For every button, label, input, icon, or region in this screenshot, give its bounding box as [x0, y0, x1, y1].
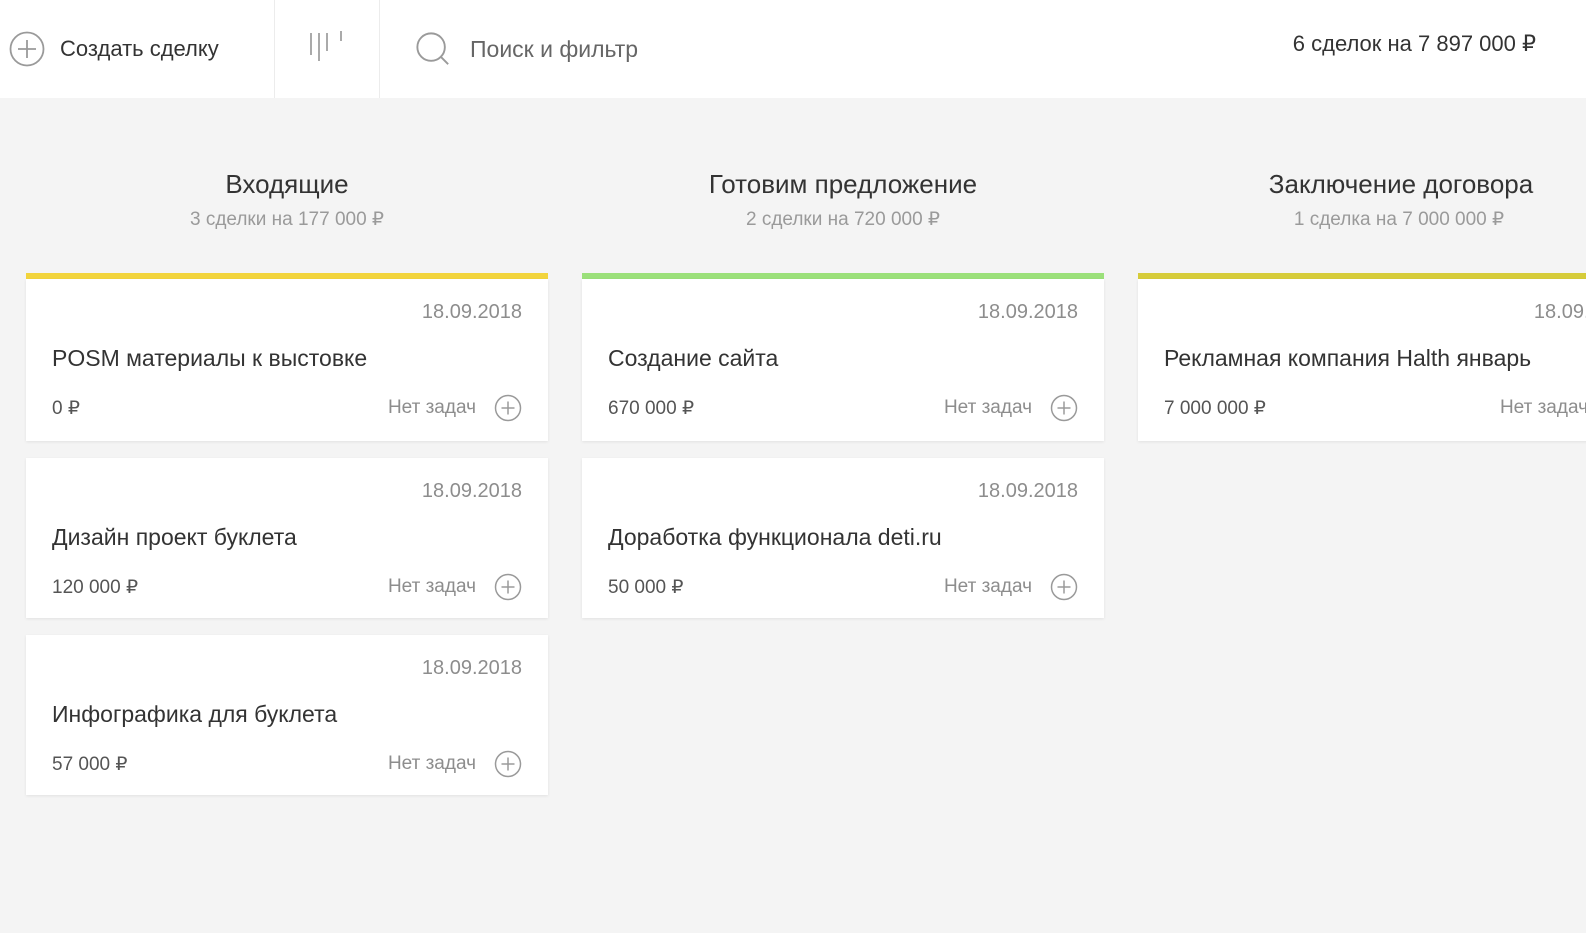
add-task-button[interactable] [494, 394, 522, 422]
add-task-button[interactable] [494, 750, 522, 778]
deal-amount: 7 000 000 ₽ [1164, 398, 1266, 419]
deal-title: Рекламная компания Halth январь [1164, 345, 1532, 371]
column-preparing-offer: Готовим предложение 2 сделки на 720 000 … [582, 165, 1104, 618]
deal-card[interactable]: 18.09.2018 POSM материалы к выстовке 0 ₽… [26, 279, 548, 441]
column-title: Заключение договора [1268, 169, 1534, 199]
plus-circle-icon [494, 750, 522, 778]
add-task-button[interactable] [1050, 573, 1078, 601]
add-task-button[interactable] [494, 573, 522, 601]
deal-tasks-status: Нет задач [1499, 397, 1586, 418]
search-input[interactable] [468, 34, 952, 64]
deal-title: Инфографика для буклета [52, 701, 338, 727]
deal-date: 18.09.2018 [421, 301, 522, 323]
deal-title: Дизайн проект буклета [52, 524, 297, 550]
add-task-button[interactable] [1050, 394, 1078, 422]
plus-circle-icon [1050, 573, 1078, 601]
deal-tasks-status: Нет задач [387, 753, 476, 774]
deal-card[interactable]: 18.09.2018 Рекламная компания Halth янва… [1138, 279, 1586, 441]
top-toolbar: Создать сделку 6 сделок на 7 897 0 [0, 0, 1586, 98]
deal-amount: 57 000 ₽ [52, 754, 128, 775]
deal-title: Создание сайта [608, 345, 779, 371]
deal-date: 18.09.2018 [421, 480, 522, 502]
deal-title: Доработка функционала deti.ru [608, 524, 942, 550]
deal-amount: 0 ₽ [52, 398, 80, 419]
deal-card[interactable]: 18.09.2018 Доработка функционала deti.ru… [582, 458, 1104, 618]
deal-amount: 120 000 ₽ [52, 577, 139, 598]
column-incoming: Входящие 3 сделки на 177 000 ₽ 18.09.201… [26, 165, 548, 795]
column-title: Готовим предложение [708, 169, 978, 199]
deal-card[interactable]: 18.09.2018 Дизайн проект буклета 120 000… [26, 458, 548, 618]
column-subtitle: 3 сделки на 177 000 ₽ [189, 209, 385, 230]
deal-date: 18.09.2018 [421, 657, 522, 679]
deal-amount: 670 000 ₽ [608, 398, 695, 419]
view-toggle-button[interactable] [275, 0, 380, 98]
plus-circle-icon [494, 394, 522, 422]
column-title: Входящие [225, 169, 349, 199]
search-icon[interactable] [415, 31, 451, 67]
columns-view-icon [307, 27, 347, 72]
deal-amount: 50 000 ₽ [608, 577, 684, 598]
deal-tasks-status: Нет задач [387, 397, 476, 418]
create-deal-button[interactable]: Создать сделку [0, 0, 275, 98]
deal-tasks-status: Нет задач [943, 397, 1032, 418]
column-subtitle: 2 сделки на 720 000 ₽ [745, 209, 941, 230]
deal-tasks-status: Нет задач [387, 576, 476, 597]
create-deal-label: Создать сделку [60, 36, 219, 61]
column-subtitle: 1 сделка на 7 000 000 ₽ [1293, 209, 1505, 230]
plus-circle-icon [9, 31, 45, 67]
column-contract: Заключение договора 1 сделка на 7 000 00… [1138, 165, 1586, 441]
plus-circle-icon [1050, 394, 1078, 422]
plus-circle-icon [494, 573, 522, 601]
deal-card[interactable]: 18.09.2018 Создание сайта 670 000 ₽ Нет … [582, 279, 1104, 441]
deals-summary: 6 сделок на 7 897 000 ₽ [1292, 31, 1536, 56]
deal-tasks-status: Нет задач [943, 576, 1032, 597]
deal-date: 18.09.2018 [1533, 301, 1586, 323]
deal-title: POSM материалы к выстовке [52, 345, 368, 371]
deal-date: 18.09.2018 [977, 480, 1078, 502]
deal-date: 18.09.2018 [977, 301, 1078, 323]
deal-card[interactable]: 18.09.2018 Инфографика для буклета 57 00… [26, 635, 548, 795]
